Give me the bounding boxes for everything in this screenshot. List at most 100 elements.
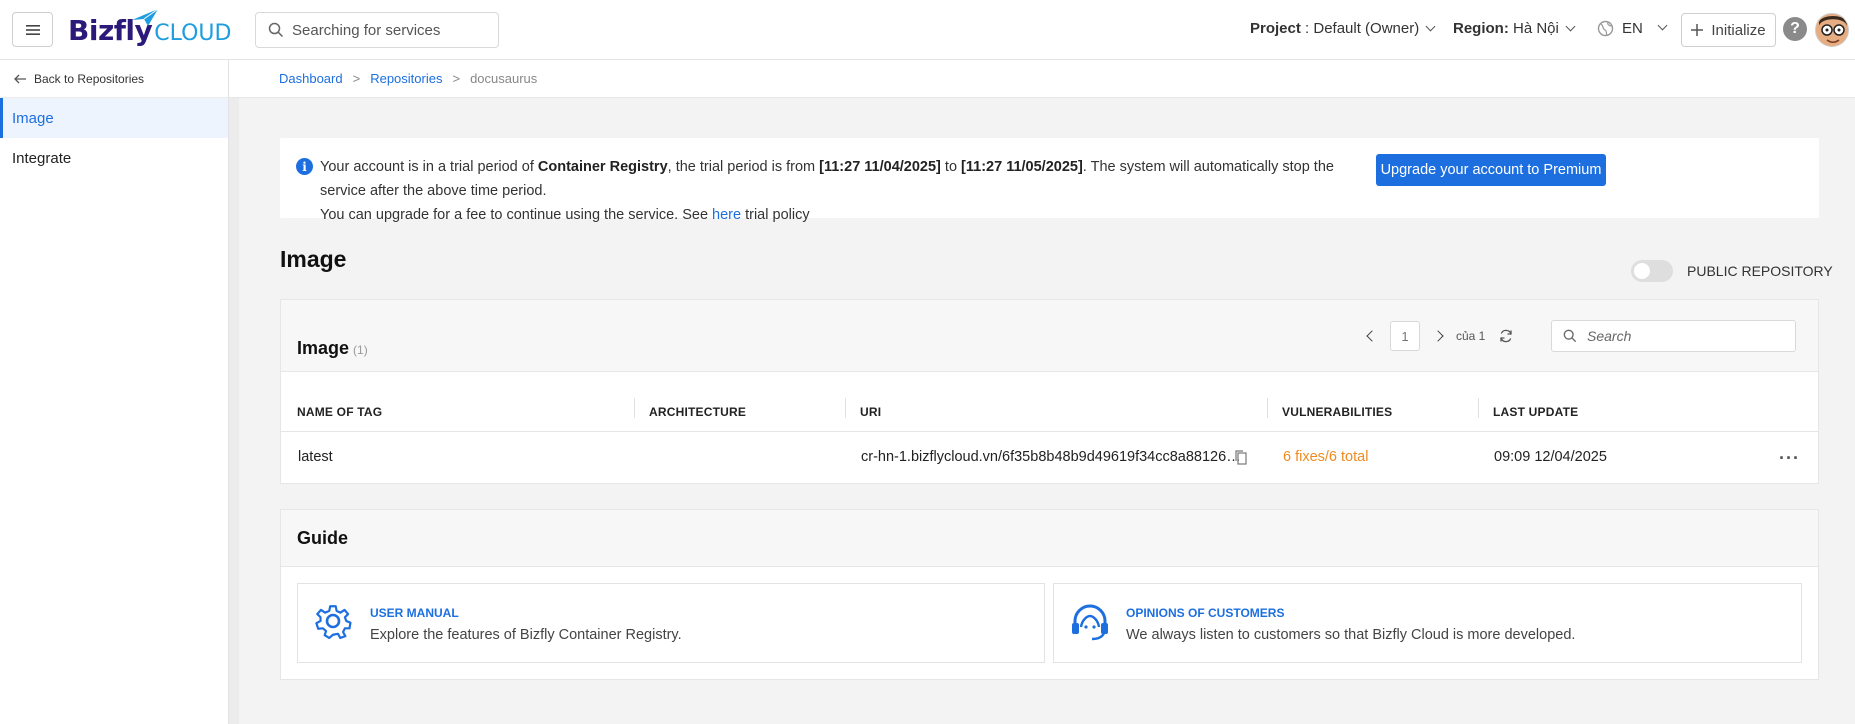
globe-icon — [1597, 20, 1614, 37]
guide-header: Guide — [281, 510, 1818, 567]
vulnerabilities-value[interactable]: 6 fixes/6 total — [1283, 449, 1368, 465]
language-selector[interactable]: EN — [1597, 20, 1668, 37]
help-icon[interactable]: ? — [1783, 17, 1807, 41]
image-table-card: Image (1) 1 của 1 Search NAME OF TAG ARCH… — [280, 299, 1819, 484]
breadcrumb-current: docusaurus — [470, 71, 538, 86]
headset-icon — [1072, 604, 1108, 641]
tag-name[interactable]: latest — [298, 449, 333, 465]
public-repository-label: PUBLIC REPOSITORY — [1687, 263, 1833, 279]
trial-start: [11:27 11/04/2025] — [819, 159, 941, 175]
brand-sub: CLOUD — [154, 20, 232, 46]
guide-user-manual-title: USER MANUAL — [370, 606, 459, 620]
trial-text: Your account is in a trial period of — [320, 159, 538, 175]
column-header-vulnerabilities[interactable]: VULNERABILITIES — [1282, 405, 1392, 419]
breadcrumb-separator: > — [352, 71, 361, 86]
sidebar-item-integrate[interactable]: Integrate — [0, 138, 228, 178]
more-actions-icon[interactable]: ··· — [1779, 448, 1800, 469]
menu-button[interactable] — [12, 12, 53, 47]
breadcrumb-separator: > — [452, 71, 461, 86]
info-icon: i — [296, 158, 313, 175]
plus-icon — [1691, 24, 1704, 36]
chevron-down-icon — [1425, 21, 1436, 32]
project-label: Project — [1250, 20, 1301, 37]
last-update-value: 09:09 12/04/2025 — [1494, 449, 1607, 465]
guide-opinions-of-customers[interactable]: OPINIONS OF CUSTOMERS We always listen t… — [1053, 583, 1802, 663]
guide-opinions-desc: We always listen to customers so that Bi… — [1126, 627, 1576, 643]
sidebar-item-label: Integrate — [12, 149, 72, 167]
trial-text: to — [940, 159, 962, 175]
project-selector[interactable]: Project : Default (Owner) — [1250, 20, 1436, 37]
region-label: Region: — [1453, 20, 1509, 37]
column-header-last-update[interactable]: LAST UPDATE — [1493, 405, 1578, 419]
trial-text: trial policy — [741, 207, 810, 223]
back-to-repositories-link[interactable]: Back to Repositories — [0, 60, 228, 98]
copy-icon[interactable] — [1235, 450, 1247, 465]
search-icon — [268, 22, 284, 38]
refresh-icon[interactable] — [1499, 329, 1513, 343]
public-repository-toggle[interactable] — [1631, 260, 1673, 282]
bizfly-logo[interactable]: Bizfly CLOUD — [68, 8, 232, 50]
image-count: (1) — [353, 343, 368, 357]
top-bar: Bizfly CLOUD Searching for services Proj… — [0, 0, 1855, 60]
initialize-label: Initialize — [1711, 21, 1766, 39]
project-value: : Default (Owner) — [1300, 20, 1420, 37]
hamburger-icon — [25, 24, 40, 35]
trial-end: [11:27 11/05/2025] — [961, 159, 1083, 175]
guide-user-manual-desc: Explore the features of Bizfly Container… — [370, 627, 682, 643]
chevron-right-icon[interactable] — [1432, 330, 1444, 342]
column-header-uri[interactable]: URI — [860, 405, 881, 419]
guide-card: Guide USER MANUAL Explore the features o… — [280, 509, 1819, 680]
language-value: EN — [1622, 20, 1643, 37]
search-icon — [1563, 329, 1577, 343]
arrow-left-icon — [14, 74, 26, 83]
chevron-down-icon — [1565, 21, 1576, 32]
sidebar-item-image[interactable]: Image — [0, 98, 228, 138]
gear-icon — [315, 605, 352, 640]
column-divider — [1267, 398, 1268, 418]
image-search-placeholder: Search — [1587, 328, 1632, 344]
sidebar: Back to Repositories Image Integrate — [0, 60, 229, 724]
chevron-down-icon — [1657, 20, 1668, 31]
trial-banner: i Your account is in a trial period of C… — [280, 138, 1819, 223]
guide-user-manual[interactable]: USER MANUAL Explore the features of Bizf… — [297, 583, 1045, 663]
content-gutter — [229, 98, 239, 724]
service-search-input[interactable]: Searching for services — [255, 12, 499, 48]
column-header-tag[interactable]: NAME OF TAG — [297, 405, 382, 419]
trial-policy-link[interactable]: here — [712, 207, 741, 223]
trial-message: Your account is in a trial period of Con… — [320, 155, 1360, 227]
paper-plane-icon — [132, 8, 159, 26]
breadcrumb-dashboard[interactable]: Dashboard — [279, 71, 343, 86]
initialize-button[interactable]: Initialize — [1681, 13, 1776, 47]
image-search-input[interactable]: Search — [1551, 320, 1796, 352]
column-divider — [1478, 398, 1479, 418]
breadcrumb: Dashboard > Repositories > docusaurus — [229, 60, 1855, 98]
image-table-title-text: Image — [297, 338, 350, 358]
guide-opinions-title: OPINIONS OF CUSTOMERS — [1126, 606, 1285, 620]
trial-product: Container Registry — [537, 159, 668, 175]
avatar-face-icon — [1816, 14, 1848, 46]
breadcrumb-repositories[interactable]: Repositories — [370, 71, 442, 86]
table-header-row: NAME OF TAG ARCHITECTURE URI VULNERABILI… — [281, 372, 1818, 432]
page-of-label: của 1 — [1456, 329, 1486, 343]
avatar[interactable] — [1815, 13, 1849, 47]
service-search-placeholder: Searching for services — [292, 21, 441, 39]
image-table-title: Image (1) — [297, 338, 368, 359]
pagination: 1 của 1 — [1366, 321, 1513, 351]
table-row[interactable]: latest cr-hn-1.bizflycloud.vn/6f35b8b48b… — [281, 432, 1818, 484]
column-divider — [845, 398, 846, 418]
region-value: Hà Nội — [1508, 20, 1559, 37]
image-table-header: Image (1) 1 của 1 Search — [281, 300, 1818, 372]
trial-text: , the trial period is from — [667, 159, 820, 175]
page-title: Image — [280, 246, 347, 272]
sidebar-item-label: Image — [12, 109, 54, 127]
region-selector[interactable]: Region: Hà Nội — [1453, 20, 1576, 37]
page-number-input[interactable]: 1 — [1390, 321, 1420, 351]
back-label: Back to Repositories — [34, 71, 145, 86]
guide-title: Guide — [297, 528, 349, 548]
upgrade-premium-button[interactable]: Upgrade your account to Premium — [1376, 154, 1606, 186]
trial-text: You can upgrade for a fee to continue us… — [320, 207, 713, 223]
uri-value: cr-hn-1.bizflycloud.vn/6f35b8b48b9d49619… — [861, 449, 1241, 465]
chevron-left-icon[interactable] — [1366, 330, 1378, 342]
column-header-architecture[interactable]: ARCHITECTURE — [649, 405, 746, 419]
column-divider — [634, 398, 635, 418]
